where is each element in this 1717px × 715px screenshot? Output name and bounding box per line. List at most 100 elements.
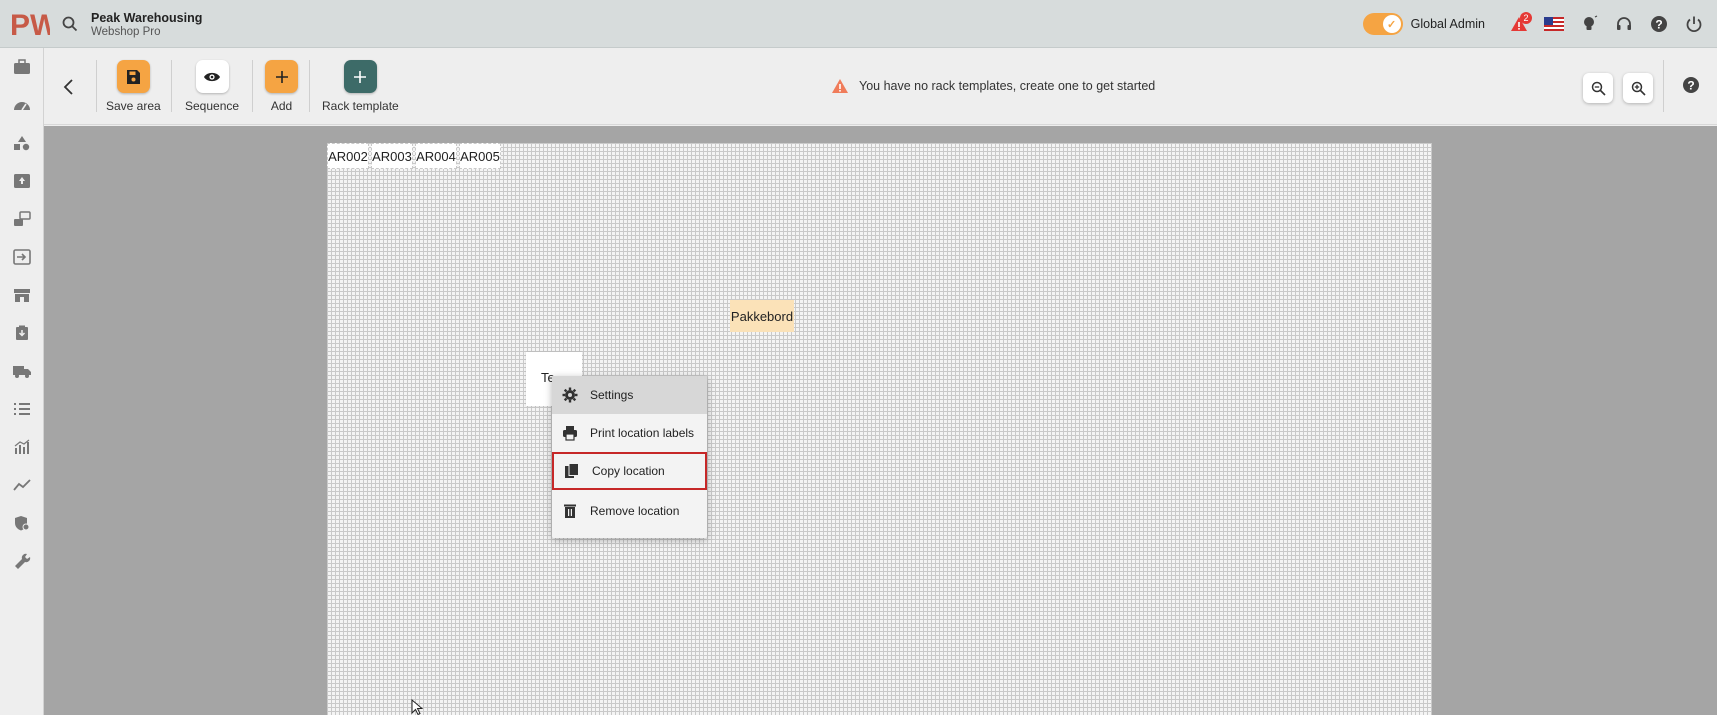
sidebar-item-security[interactable]: [0, 504, 44, 542]
eye-icon: [195, 60, 229, 93]
save-icon: [116, 60, 150, 93]
check-icon: ✓: [1382, 15, 1401, 33]
swap-icon: [14, 211, 31, 226]
sidebar-item-warehouse[interactable]: [0, 276, 44, 314]
sidebar-item-orders[interactable]: [0, 48, 44, 86]
admin-toggle[interactable]: ✓: [1362, 13, 1403, 35]
editor-toolbar: Save area Sequence Add Rack template You…: [44, 48, 1717, 125]
canvas-area[interactable]: AR002 AR003 AR004 AR005 Pakkebord Te: [44, 126, 1717, 715]
add-button[interactable]: Add: [265, 60, 298, 113]
zoom-in-button[interactable]: [1623, 73, 1653, 103]
support-button[interactable]: [1606, 0, 1641, 48]
notifications-button[interactable]: 2: [1501, 0, 1536, 48]
inbox-upload-icon: [14, 174, 30, 188]
power-icon: [1686, 16, 1701, 33]
zoom-out-icon: [1591, 81, 1606, 96]
toolbar-divider: [309, 60, 310, 112]
headset-icon: [1616, 17, 1631, 30]
import-icon: [13, 249, 31, 265]
briefcase-icon: [14, 59, 30, 74]
toolbar-divider: [171, 60, 172, 112]
sidebar-item-reports[interactable]: [0, 428, 44, 466]
save-area-label: Save area: [106, 99, 161, 113]
notification-badge: 2: [1520, 12, 1532, 24]
plus-icon: [343, 60, 377, 93]
plus-icon: [265, 60, 298, 93]
sidebar-item-import[interactable]: [0, 238, 44, 276]
sidebar-item-lists[interactable]: [0, 390, 44, 428]
chevron-left-icon: [63, 79, 73, 95]
menu-item-copy-location[interactable]: Copy location: [552, 452, 707, 490]
language-button[interactable]: [1536, 0, 1571, 48]
lightbulb-icon: [1583, 15, 1597, 30]
menu-item-print-labels[interactable]: Print location labels: [552, 414, 707, 452]
search-icon[interactable]: [62, 16, 78, 37]
shield-icon: [15, 516, 30, 531]
clipboard-download-icon: [16, 325, 28, 340]
location-context-menu: Settings Print location labels Copy loca…: [552, 376, 707, 538]
sidebar-item-inbound[interactable]: [0, 162, 44, 200]
admin-label: Global Admin: [1410, 17, 1485, 31]
logout-button[interactable]: [1676, 0, 1711, 48]
warning-icon: [832, 79, 848, 93]
sidebar-item-dashboard[interactable]: [0, 86, 44, 124]
sidebar-item-shipping[interactable]: [0, 352, 44, 390]
location-ar004[interactable]: AR004: [415, 143, 457, 169]
gear-icon: [562, 387, 578, 403]
copy-icon: [565, 463, 579, 478]
toolbar-divider: [96, 60, 97, 112]
speedometer-icon: [14, 102, 30, 111]
location-ar003[interactable]: AR003: [371, 143, 413, 169]
sidebar-item-transfers[interactable]: [0, 200, 44, 238]
sidebar: [0, 48, 44, 715]
company-name: Peak Warehousing: [91, 11, 203, 25]
mouse-cursor-icon: [411, 698, 424, 715]
svg-text:?: ?: [1687, 79, 1694, 93]
chart-bars-icon: [14, 439, 30, 454]
trash-icon: [564, 504, 576, 518]
menu-item-settings[interactable]: Settings: [552, 376, 707, 414]
company-info: Peak Warehousing Webshop Pro: [91, 11, 202, 38]
wrench-icon: [15, 553, 31, 569]
sequence-button[interactable]: Sequence: [185, 60, 239, 113]
app-logo[interactable]: PW: [10, 8, 59, 42]
menu-item-copy-location-label: Copy location: [592, 464, 665, 478]
back-button[interactable]: [54, 73, 82, 101]
trend-line-icon: [13, 479, 31, 491]
truck-icon: [13, 366, 31, 378]
help-button[interactable]: ?: [1641, 0, 1676, 48]
sidebar-item-products[interactable]: [0, 124, 44, 162]
sidebar-item-statistics[interactable]: [0, 466, 44, 504]
svg-text:?: ?: [1655, 18, 1662, 32]
location-ar005[interactable]: AR005: [459, 143, 501, 169]
menu-item-remove-location[interactable]: Remove location: [552, 492, 707, 530]
location-pakkebord[interactable]: Pakkebord: [730, 300, 794, 332]
sequence-label: Sequence: [185, 99, 240, 113]
tips-button[interactable]: [1571, 0, 1606, 48]
zoom-in-icon: [1631, 81, 1646, 96]
sidebar-item-tools[interactable]: [0, 542, 44, 580]
warehouse-icon: [14, 289, 30, 302]
svg-text:PW: PW: [10, 9, 50, 38]
warning-text: You have no rack templates, create one t…: [859, 79, 1156, 93]
menu-item-print-labels-label: Print location labels: [590, 426, 695, 440]
company-subtitle: Webshop Pro: [91, 26, 161, 38]
save-area-button[interactable]: Save area: [106, 60, 161, 113]
top-header: PW Peak Warehousing Webshop Pro ✓ Global…: [0, 0, 1717, 48]
layout-grid[interactable]: AR002 AR003 AR004 AR005 Pakkebord Te: [327, 143, 1432, 715]
menu-item-remove-location-label: Remove location: [590, 504, 680, 518]
us-flag-icon: [1543, 17, 1564, 31]
toolbar-help-button[interactable]: ?: [1682, 76, 1700, 99]
sidebar-item-picking[interactable]: [0, 314, 44, 352]
printer-icon: [563, 426, 577, 441]
toolbar-divider: [252, 60, 253, 112]
toolbar-divider: [1663, 60, 1664, 112]
zoom-out-button[interactable]: [1583, 73, 1613, 103]
help-circle-icon: ?: [1650, 16, 1667, 32]
add-label: Add: [270, 99, 293, 113]
rack-template-label: Rack template: [322, 99, 399, 113]
no-templates-warning: You have no rack templates, create one t…: [831, 78, 1155, 94]
menu-item-settings-label: Settings: [590, 388, 634, 402]
rack-template-button[interactable]: Rack template: [322, 60, 399, 113]
location-ar002[interactable]: AR002: [327, 143, 369, 169]
